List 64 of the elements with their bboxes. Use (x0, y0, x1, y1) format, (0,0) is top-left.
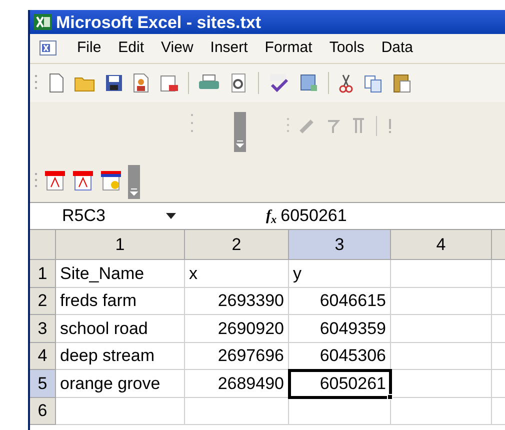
table-cell[interactable] (391, 370, 492, 398)
table-cell[interactable] (289, 398, 391, 425)
spreadsheet-icon (34, 14, 52, 30)
printer-icon[interactable] (198, 74, 220, 92)
table-cell[interactable] (391, 398, 492, 425)
header-cell[interactable]: 2 (185, 230, 289, 260)
table-cell[interactable]: freds farm (56, 288, 185, 315)
header-cell[interactable]: 1 (56, 230, 185, 260)
header-cell[interactable]: 1 (30, 260, 56, 288)
scissors-icon[interactable] (338, 73, 354, 93)
select-all-button[interactable] (30, 230, 56, 260)
toolbar-options-icon[interactable] (128, 165, 140, 199)
copy-icon[interactable] (363, 73, 383, 93)
header-cell[interactable]: 4 (391, 230, 492, 260)
formula-value: 6050261 (280, 205, 347, 228)
header-cell[interactable]: 4 (30, 342, 56, 370)
table-cell[interactable]: Site_Name (56, 260, 185, 288)
table-cell[interactable]: x (185, 260, 289, 288)
window-title: Microsoft Excel - sites.txt (56, 14, 262, 30)
pdf-document-icon[interactable] (100, 169, 122, 191)
table-cell[interactable] (391, 342, 492, 370)
table-cell[interactable] (56, 398, 185, 425)
menu-item[interactable]: View (161, 37, 194, 60)
function-button[interactable]: f$_{x}$ (266, 204, 277, 228)
header-cell[interactable]: 6 (30, 398, 56, 425)
table-cell[interactable]: 6046615 (289, 288, 391, 315)
fill-handle[interactable] (387, 394, 393, 400)
spelling-check-icon[interactable] (268, 73, 290, 93)
header-cell[interactable]: 2 (30, 288, 56, 315)
save-icon[interactable] (105, 74, 123, 92)
table-cell[interactable]: 2690920 (185, 315, 289, 342)
table-cell[interactable] (391, 288, 492, 315)
menu-item[interactable]: Insert (210, 37, 248, 60)
new-document-icon[interactable] (47, 73, 65, 93)
table-cell[interactable]: 2697696 (185, 342, 289, 370)
table-cell[interactable]: 6045306 (289, 342, 391, 370)
menu-item[interactable]: File (77, 37, 102, 60)
table-cell[interactable]: 6049359 (289, 315, 391, 342)
table-cell[interactable]: deep stream (56, 342, 185, 370)
header-cell[interactable]: 3 (30, 315, 56, 342)
menu-item[interactable]: Edit (118, 37, 144, 60)
clipboard-icon[interactable] (392, 73, 412, 93)
table-cell[interactable] (185, 398, 289, 425)
document-person-icon[interactable] (132, 73, 150, 93)
table-cell[interactable]: school road (56, 315, 185, 342)
table-cell[interactable]: 6050261 (289, 370, 391, 398)
pdf-document-icon[interactable] (44, 169, 66, 191)
pdf-document-icon[interactable] (72, 169, 94, 191)
table-cell[interactable]: orange grove (56, 370, 185, 398)
menu-item[interactable]: Data (381, 37, 414, 60)
table-cell[interactable]: 2689490 (185, 370, 289, 398)
table-cell[interactable] (391, 260, 492, 288)
table-cell[interactable]: 2693390 (185, 288, 289, 315)
dropdown-arrow-icon[interactable] (166, 213, 176, 219)
table-cell[interactable]: y (289, 260, 391, 288)
table-cell[interactable] (391, 315, 492, 342)
email-document-icon[interactable] (159, 73, 179, 93)
formula-field[interactable]: 6050261 (280, 203, 505, 229)
header-cell[interactable]: 3 (289, 230, 391, 260)
toolbar-options-icon[interactable] (234, 112, 246, 152)
name-box[interactable]: R5C3 (30, 203, 190, 229)
menu-item[interactable]: Format (264, 37, 312, 60)
header-cell[interactable]: 5 (30, 370, 56, 398)
menu-item[interactable]: Tools (329, 37, 364, 60)
